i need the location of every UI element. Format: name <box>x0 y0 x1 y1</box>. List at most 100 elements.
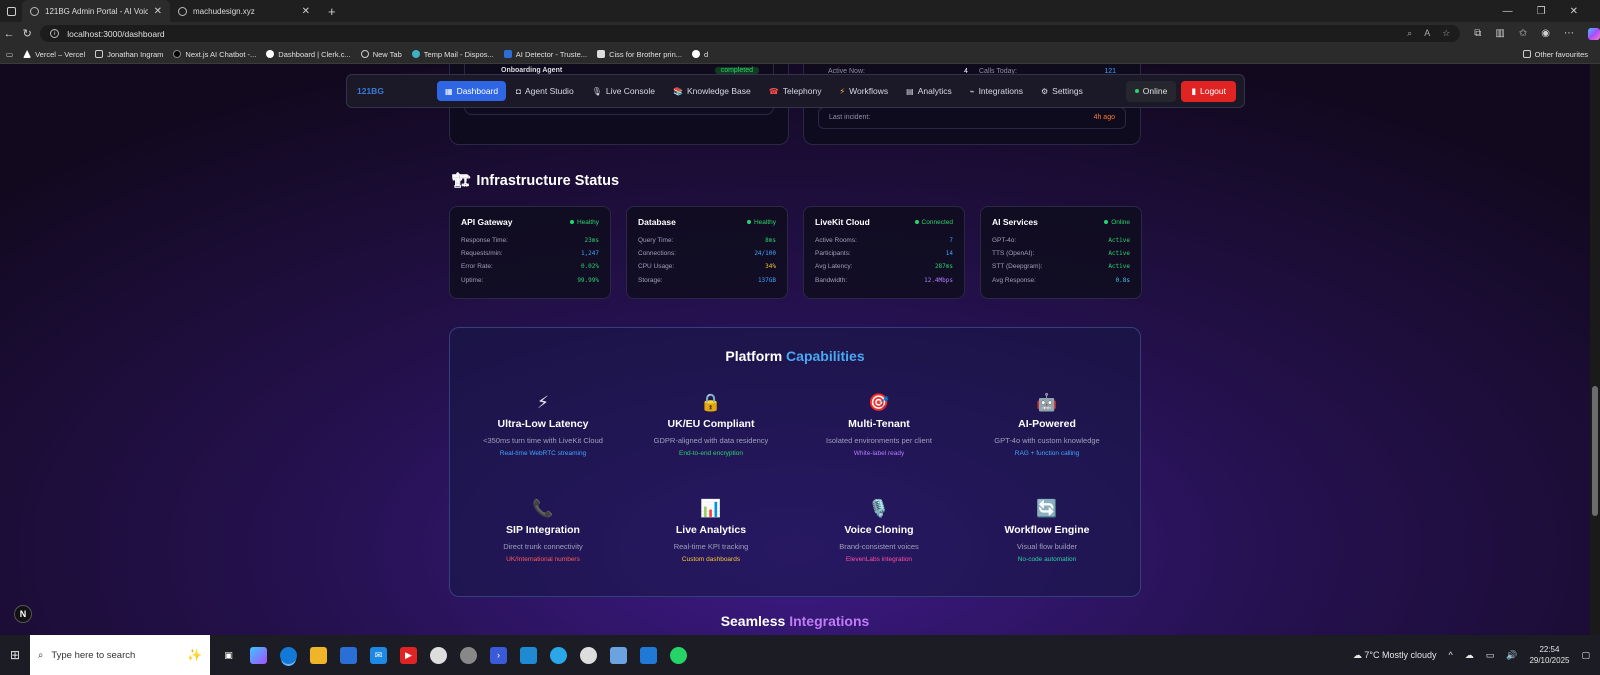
capability-ultra-low-latency: ⚡ Ultra-Low Latency <350ms turn time wit… <box>458 390 628 457</box>
restore-icon[interactable]: ❐ <box>1537 6 1546 17</box>
chrome-icon[interactable] <box>430 646 447 664</box>
robot-icon: 🤖 <box>1036 393 1058 412</box>
brand-logo[interactable]: 121BG <box>355 86 437 96</box>
phone-icon: ☎ <box>768 86 779 96</box>
powershell-icon[interactable]: › <box>490 646 507 664</box>
nav-knowledge-base[interactable]: 📚 Knowledge Base <box>665 81 759 101</box>
youtube-icon[interactable]: ▶ <box>400 646 417 664</box>
capability-ai-powered: 🤖 AI-Powered GPT-4o with custom knowledg… <box>962 390 1132 457</box>
status-badge: Healthy <box>746 219 776 226</box>
notepad-icon[interactable] <box>610 646 627 664</box>
search-icon[interactable]: ⌕ <box>1407 28 1412 39</box>
nav-workflows[interactable]: ⚡ Workflows <box>831 81 896 101</box>
status-dot-icon <box>746 220 751 224</box>
site-info-icon[interactable]: i <box>50 29 60 38</box>
capability-compliant: 🔒 UK/EU Compliant GDPR-aligned with data… <box>626 390 796 457</box>
status-badge: Online <box>1104 219 1130 226</box>
close-window-icon[interactable]: ✕ <box>1570 6 1578 17</box>
windows-taskbar: ⊞ ⌕ Type here to search ✨ ▣ ✉ ▶ › ☁ 7°C … <box>0 635 1600 675</box>
edge-icon[interactable] <box>280 646 297 664</box>
card-title: AI Services <box>992 217 1038 227</box>
temp-mail-icon <box>411 50 420 58</box>
copilot-icon[interactable] <box>250 646 267 664</box>
minimize-icon[interactable]: — <box>1503 6 1513 17</box>
nav-settings[interactable]: ⚙ Settings <box>1033 81 1091 101</box>
metric-row: Avg Response: 0.8s <box>992 276 1130 284</box>
nav-live-console[interactable]: 🎙 Live Console <box>584 81 663 101</box>
book-icon: 📚 <box>672 86 683 96</box>
bookmark-item[interactable]: Vercel – Vercel <box>23 50 85 59</box>
onedrive-icon[interactable]: ☁ <box>1465 650 1474 661</box>
scrollbar-thumb[interactable] <box>1592 386 1598 516</box>
close-tab-icon[interactable]: ✕ <box>154 6 162 17</box>
split-screen-icon[interactable]: ▥ <box>1495 28 1504 39</box>
tab-actions-icon[interactable] <box>0 0 22 22</box>
nav-integrations[interactable]: ⌁ Integrations <box>962 81 1031 101</box>
file-explorer-icon[interactable] <box>310 646 327 664</box>
bookmark-item[interactable]: AI Detector - Truste... <box>503 50 587 59</box>
nav-telephony[interactable]: ☎ Telephony <box>761 81 830 101</box>
browser-tab[interactable]: machudesign.xyz ✕ <box>170 0 318 22</box>
whatsapp-icon[interactable] <box>670 646 687 664</box>
favourites-icon[interactable]: ✩ <box>1519 28 1527 39</box>
bookmark-item[interactable]: Next.js AI Chatbot -... <box>173 50 256 59</box>
nav-agent-studio[interactable]: ◘ Agent Studio <box>508 81 582 101</box>
taskbar-search-input[interactable]: ⌕ Type here to search ✨ <box>30 635 210 675</box>
copilot-icon[interactable] <box>1588 27 1600 40</box>
bookmark-item[interactable]: New Tab <box>360 50 402 59</box>
bookmark-item[interactable]: Dashboard | Clerk.c... <box>266 50 351 59</box>
bookmark-item[interactable]: Ciss for Brother prin... <box>597 50 682 59</box>
nav-dashboard[interactable]: ▦ Dashboard <box>437 81 507 101</box>
store-icon[interactable] <box>340 646 357 664</box>
weather-widget[interactable]: ☁ 7°C Mostly cloudy <box>1353 650 1437 661</box>
logout-button[interactable]: ▮ Logout <box>1181 80 1236 102</box>
metric-row: Uptime: 99.99% <box>461 276 599 284</box>
browser-tab-active[interactable]: 121BG Admin Portal - AI Voice Ag ✕ <box>22 0 170 22</box>
new-tab-button[interactable]: + <box>318 4 346 19</box>
url-field[interactable]: i localhost:3000/dashboard ⌕ A ☆ <box>40 25 1461 42</box>
agent-status-badge: completed <box>714 67 759 74</box>
vscode-icon[interactable] <box>520 646 537 664</box>
page-scrollbar[interactable] <box>1590 64 1600 635</box>
app-icon[interactable] <box>550 646 567 664</box>
favourite-star-icon[interactable]: ☆ <box>1442 28 1450 39</box>
bookmark-tray-icon[interactable]: ▭ <box>6 50 13 59</box>
volume-icon[interactable]: 🔊 <box>1506 650 1517 661</box>
close-tab-icon[interactable]: ✕ <box>302 6 310 17</box>
windows-start-icon[interactable]: ⊞ <box>0 648 30 662</box>
network-icon[interactable]: ▭ <box>1486 650 1495 661</box>
mail-icon[interactable]: ✉ <box>370 646 387 664</box>
photos-icon[interactable] <box>640 646 657 664</box>
bookmark-item[interactable]: Jonathan Ingram <box>95 50 163 59</box>
card-title: LiveKit Cloud <box>815 217 870 227</box>
app-icon[interactable] <box>460 646 477 664</box>
profile-icon[interactable]: ◉ <box>1541 28 1550 39</box>
nav-analytics[interactable]: ▤ Analytics <box>898 81 960 101</box>
task-view-icon[interactable]: ▣ <box>220 647 237 664</box>
online-status-pill[interactable]: Online <box>1125 80 1177 102</box>
agent-icon: ◘ <box>516 86 521 96</box>
chevron-up-icon[interactable]: ^ <box>1448 650 1452 660</box>
bookmark-item[interactable]: Temp Mail - Dispos... <box>411 50 494 59</box>
reload-icon[interactable]: ↻ <box>18 27 36 40</box>
infrastructure-title: 🏗 Infrastructure Status <box>452 172 620 190</box>
nextjs-devtools-icon[interactable]: N <box>14 605 32 623</box>
folder-icon <box>95 50 104 58</box>
chrome-icon[interactable] <box>580 646 597 664</box>
browser-tab-bar: 121BG Admin Portal - AI Voice Ag ✕ machu… <box>0 0 1600 22</box>
page-favicon-icon <box>30 6 39 16</box>
status-dot-icon <box>569 220 574 224</box>
infra-card-database: Database Healthy Query Time: 8ms Connectio… <box>626 206 788 299</box>
status-dot-icon <box>914 220 919 224</box>
clock[interactable]: 22:54 29/10/2025 <box>1529 644 1569 666</box>
notification-icon[interactable]: ▢ <box>1581 650 1590 661</box>
back-icon[interactable]: ← <box>0 28 18 40</box>
metric-row: Storage: 137GB <box>638 276 776 284</box>
bookmark-item[interactable]: d <box>692 50 708 59</box>
extensions-icon[interactable]: ⧉ <box>1474 28 1481 39</box>
read-aloud-icon[interactable]: A <box>1424 28 1430 39</box>
capability-workflow-engine: 🔄 Workflow Engine Visual flow builder No… <box>962 496 1132 563</box>
more-menu-icon[interactable]: ⋯ <box>1564 28 1574 39</box>
phone-icon: 📞 <box>532 499 554 518</box>
other-favourites[interactable]: Other favourites <box>1522 50 1600 59</box>
